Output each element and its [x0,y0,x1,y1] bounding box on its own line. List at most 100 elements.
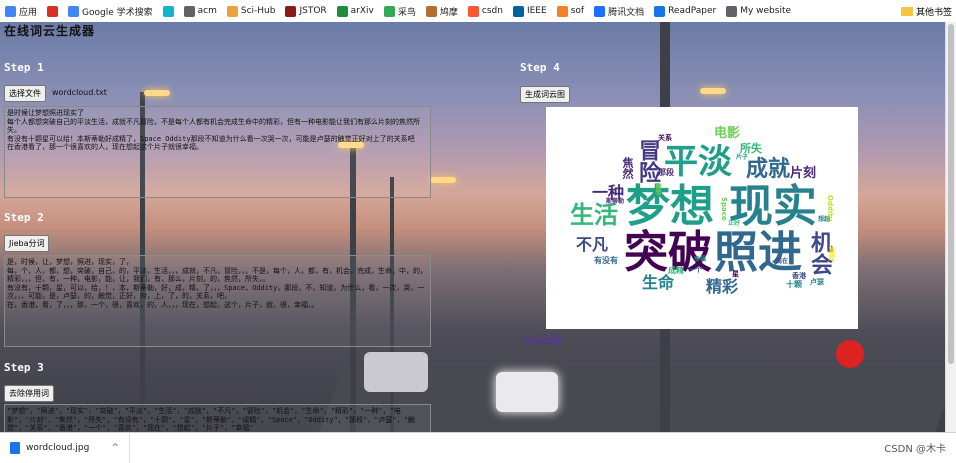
cloud-word: 幸福 [694,256,707,263]
bookmark-jstor[interactable]: JSTOR [280,5,331,17]
remove-stopwords-button[interactable]: 去除停用词 [4,385,54,402]
chevron-up-icon[interactable]: ^ [111,443,119,453]
bookmark-label: arXiv [350,6,374,16]
input-textarea[interactable]: 是时候让梦想照进现实了 每个人都想突破自己的平淡生活，成就不凡冒险，不是每个人都… [4,106,431,198]
cloud-word: 卢瑟 [810,278,824,286]
cloud-word: 现实 [729,181,817,232]
traffic-sign-icon [836,340,864,368]
tencent-docs-icon [594,5,606,17]
bookmarks-bar: 应用 Google 学术搜索 acm Sci-Hub JSTOR arXiv 采鸟 鸠摩 csd… [0,0,956,23]
bookmark-label: Google 学术搜索 [82,7,153,18]
cloud-word: 精彩 [706,277,739,296]
page-title: 在线词云生成器 [4,24,96,38]
bookmark-采鸟[interactable]: 采鸟 [379,5,421,18]
cloud-word: 有没有 [594,256,618,265]
bookmark-label: 采鸟 [397,7,416,18]
site-icon [162,5,174,17]
step-2-heading: Step 2 [4,211,44,224]
generate-wordcloud-button[interactable]: 生成词云图 [520,86,570,103]
wordcloud-image: 梦想 现实 突破 照进 平淡 生活 机会 成就 冒险 一种 不凡 生命 精彩 电影 片刻 所失 焦然 有没有 成精十… [546,107,858,329]
bookmark-鸠摩[interactable]: 鸠摩 [421,5,463,18]
cloud-word: 梦想 [626,181,714,232]
bookmark-sof[interactable]: sof [552,5,589,17]
cloud-word: 正好 [728,220,741,227]
bookmark-ieee[interactable]: IEEE [508,5,552,17]
stackoverflow-icon [556,5,568,17]
bookmark-label: 腾讯文档 [608,7,645,18]
bookmark-arxiv[interactable]: arXiv [332,5,379,17]
choose-file-button[interactable]: 选择文件 [4,85,46,102]
cloud-word: 想起 [818,216,831,223]
scihub-icon [226,5,238,17]
cloud-word: Space [720,197,728,221]
step-3-heading: Step 3 [4,361,44,374]
readpaper-icon [654,5,666,17]
bookmark-google-学术搜索[interactable]: Google 学术搜索 [63,5,158,18]
street-lamp [144,90,170,96]
download-file-name: wordcloud.jpg [26,443,90,453]
cloud-word: 成精 [668,266,684,275]
jstor-icon [285,5,297,17]
cloud-word: 成就 [746,157,791,182]
download-wordcloud-link[interactable]: 下载词云图 [522,334,562,345]
cloud-word: 喜欢 [828,247,836,261]
bookmark-item-3[interactable] [158,5,179,17]
cloud-word: 所失 [740,142,762,155]
bookmark-label: JSTOR [299,6,327,16]
cloud-word: 生命 [642,273,675,292]
caiyun-icon [383,5,395,17]
bookmark-腾讯文档[interactable]: 腾讯文档 [589,5,649,18]
globe-icon [726,5,738,17]
stopwords-textarea[interactable]: "梦想"，"照进"，"现实"，"突破"，"平淡"，"生活"，"成就"，"不凡"，… [4,404,431,432]
bookmark-csdn[interactable]: csdn [463,5,508,17]
bookmark-label: sof [570,6,585,16]
cloud-word: 那段 [658,168,674,177]
cloud-word: 触觉 [654,183,661,195]
bookmark-acm[interactable]: acm [179,5,222,17]
cloud-word: 照进 [714,227,802,278]
cloud-word: 十颗 [786,280,802,289]
file-icon [10,442,20,454]
bookmark-readpaper[interactable]: ReadPaper [649,5,721,17]
bookmark-label: csdn [481,6,503,16]
car-scenery [496,372,558,412]
cloud-word: 香港 [792,272,806,280]
downloads-bar: wordcloud.jpg ^ [0,432,956,463]
bookmark-label: Sci-Hub [240,6,276,16]
bookmark-item-1[interactable] [42,5,63,17]
globe-icon [183,5,195,17]
jieba-segment-button[interactable]: Jieba分词 [4,235,50,252]
bookmark-label: 鸠摩 [439,7,458,18]
scrollbar-thumb[interactable] [948,24,954,364]
webpage: 在线词云生成器 Step 1 选择文件 wordcloud.txt 是时候让梦想… [0,22,946,432]
cloud-word: 片子 [736,154,749,161]
bookmark-label: 应用 [19,7,38,18]
csdn-watermark: CSDN @木卡 [884,444,946,455]
other-bookmarks-label: 其他书签 [915,7,952,18]
street-lamp [700,88,726,94]
bookmark-应用[interactable]: 应用 [0,5,42,18]
cloud-word: 平淡 [664,142,732,182]
folder-icon [900,6,913,16]
cloud-word: 星 [732,270,739,278]
bookmark-my-website[interactable]: My website [721,5,796,17]
cloud-word: 现在 [776,258,789,265]
cloud-word: 斯蒂勒 [606,198,625,205]
cloud-word: 机会 [807,231,832,275]
bookmark-sci-hub[interactable]: Sci-Hub [222,5,281,17]
bookmark-label: ReadPaper [668,6,717,16]
cloud-word: 不凡 [576,235,609,254]
other-bookmarks[interactable]: 其他书签 [900,0,952,22]
bookmark-label: My website [740,6,792,16]
google-scholar-icon [68,5,80,17]
page-scrollbar[interactable] [945,22,956,432]
car-scenery [364,352,428,392]
cloud-word: 关系 [658,134,672,142]
step-4-heading: Step 4 [520,61,560,74]
download-item[interactable]: wordcloud.jpg ^ [0,433,130,463]
segmented-textarea[interactable]: 是，时候，让，梦想，照进，现实，了， 每，个，人，都，想，突破，自己，的，平淡，… [4,255,431,347]
street-lamp [430,177,456,183]
bookmark-label: IEEE [526,6,547,16]
cloud-word: 生活 [570,201,618,229]
cloud-word: 一个 [688,266,702,274]
